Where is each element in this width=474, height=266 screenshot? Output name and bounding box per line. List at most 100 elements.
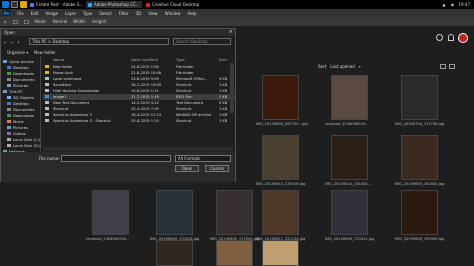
marquee-tool-icon[interactable] xyxy=(12,19,18,24)
notifications-icon[interactable] xyxy=(448,34,454,41)
menu-window[interactable]: Window xyxy=(165,11,181,16)
file-list: Name Date modified Type Size New folder 2… xyxy=(43,56,235,152)
photo-thumbnail[interactable] xyxy=(262,75,299,120)
selection-mode-icon[interactable] xyxy=(23,19,29,24)
search-icon[interactable] xyxy=(436,34,443,41)
file-size: 1 KB xyxy=(219,113,228,117)
filename-input[interactable] xyxy=(61,155,171,162)
menu-file[interactable]: File xyxy=(17,11,24,16)
file-name: Local command xyxy=(53,77,82,81)
menu-type[interactable]: Type xyxy=(83,11,92,16)
column-name[interactable]: Name xyxy=(53,57,64,62)
photo-thumbnail[interactable] xyxy=(401,190,438,235)
back-icon[interactable]: ← xyxy=(4,40,7,45)
photo-thumbnail[interactable] xyxy=(401,135,438,180)
file-name: Spectrus Adventure 3 xyxy=(53,113,92,117)
photo-thumbnail[interactable] xyxy=(262,240,299,266)
folder-icon xyxy=(7,95,11,99)
taskbar-tab-creative-cloud[interactable]: Creative Cloud Desktop xyxy=(144,1,200,8)
file-icon xyxy=(45,107,49,110)
file-date: 22-6-2019 19:48 xyxy=(131,71,162,75)
photo-thumbnail[interactable] xyxy=(401,75,438,120)
clock[interactable]: 19:47 xyxy=(458,2,470,7)
photo-thumbnail[interactable] xyxy=(216,240,253,266)
list-view-icon[interactable] xyxy=(449,64,455,69)
column-size[interactable]: Size xyxy=(219,57,227,62)
file-name: image1 xyxy=(53,95,67,99)
file-date: 21-7-2019 1:19 xyxy=(131,95,159,99)
sort-value[interactable]: Last opened xyxy=(330,64,355,69)
grid-view-icon[interactable] xyxy=(440,64,446,69)
new-folder-button[interactable]: New folder xyxy=(34,50,56,55)
close-icon[interactable]: × xyxy=(229,29,233,36)
file-type: JPEG File xyxy=(176,95,192,99)
cancel-button[interactable]: Cancel xyxy=(205,165,229,172)
filetype-select[interactable]: All Formats xyxy=(175,155,231,162)
menu-3d[interactable]: 3D xyxy=(136,11,142,16)
folder-icon xyxy=(7,137,11,141)
file-name: Soundstar xyxy=(53,83,72,87)
navigation-pane: Quick access Desktop Downloads Documents Pic… xyxy=(1,56,41,154)
up-icon[interactable]: ↑ xyxy=(17,40,20,45)
mode-select[interactable]: Normal xyxy=(53,19,67,24)
file-type: Microsoft Office... xyxy=(176,77,208,81)
organize-button[interactable]: Organize ▾ xyxy=(7,50,28,55)
options-bar: ⌂ Mode: Normal Width: Height: xyxy=(0,17,474,26)
photo-thumbnail[interactable] xyxy=(331,190,368,235)
filename-label: File name: xyxy=(39,156,60,161)
photo-thumbnail[interactable] xyxy=(156,190,193,235)
home-icon[interactable]: ⌂ xyxy=(4,19,7,24)
taskbar-tab-create-post[interactable]: Create Post - Adobe S... xyxy=(28,1,84,8)
avatar[interactable] xyxy=(458,33,468,43)
photo-thumbnail[interactable] xyxy=(156,240,193,266)
folder-icon xyxy=(45,65,49,68)
folder-icon xyxy=(7,125,11,129)
sort-control[interactable]: Sort Last opened ▾ xyxy=(318,64,361,69)
address-bar[interactable]: This PC > Desktop xyxy=(29,38,169,45)
network-icon[interactable]: ▲ xyxy=(442,2,445,7)
forward-icon[interactable]: → xyxy=(10,40,13,45)
photo-thumbnail[interactable] xyxy=(331,75,368,120)
folder-icon xyxy=(3,59,7,63)
file-icon xyxy=(45,77,49,80)
column-type[interactable]: Type xyxy=(176,57,185,62)
file-icon xyxy=(45,95,49,98)
menu-image[interactable]: Image xyxy=(45,11,58,16)
menu-filter[interactable]: Filter xyxy=(119,11,129,16)
menu-layer[interactable]: Layer xyxy=(65,11,76,16)
search-icon[interactable] xyxy=(11,1,18,8)
folder-icon xyxy=(7,107,11,111)
horizontal-scrollbar[interactable] xyxy=(43,147,233,151)
folder-icon xyxy=(7,113,11,117)
file-date: 18-4-2019 12:13 xyxy=(131,113,162,117)
file-icon xyxy=(45,119,49,122)
file-explorer-icon[interactable] xyxy=(20,1,27,8)
photo-filename: received_2138038549... xyxy=(325,122,369,126)
vertical-scrollbar[interactable] xyxy=(230,63,234,113)
folder-icon xyxy=(7,101,11,105)
sort-label: Sort xyxy=(318,64,327,69)
photo-thumbnail[interactable] xyxy=(262,190,299,235)
menu-edit[interactable]: Edit xyxy=(31,11,39,16)
file-type: Shortcut xyxy=(176,89,192,93)
volume-icon[interactable]: ◀ xyxy=(450,2,453,7)
folder-icon xyxy=(7,131,11,135)
open-button[interactable]: Open xyxy=(175,165,199,172)
file-row[interactable]: Spectrus Adventure 3 - Shortcut 20-4-2019… xyxy=(43,118,235,124)
menu-view[interactable]: View xyxy=(148,11,158,16)
photo-thumbnail[interactable] xyxy=(262,135,299,180)
column-date[interactable]: Date modified xyxy=(131,57,158,62)
photo-filename: IMG_20190609_202709...jpg xyxy=(256,122,308,126)
taskbar-tab-photoshop[interactable]: Adobe Photoshop CC... xyxy=(86,1,142,8)
view-toggle xyxy=(440,64,455,69)
menu-help[interactable]: Help xyxy=(187,11,196,16)
search-input[interactable]: Search Desktop xyxy=(173,38,231,45)
windows-start-icon[interactable] xyxy=(2,1,9,8)
folder-icon xyxy=(7,143,11,147)
photo-thumbnail[interactable] xyxy=(92,190,129,235)
photo-thumbnail[interactable] xyxy=(216,190,253,235)
file-date: 24-8-2019 1:56 xyxy=(131,65,159,69)
menu-select[interactable]: Select xyxy=(99,11,111,16)
file-icon xyxy=(45,83,49,86)
photo-thumbnail[interactable] xyxy=(331,135,368,180)
